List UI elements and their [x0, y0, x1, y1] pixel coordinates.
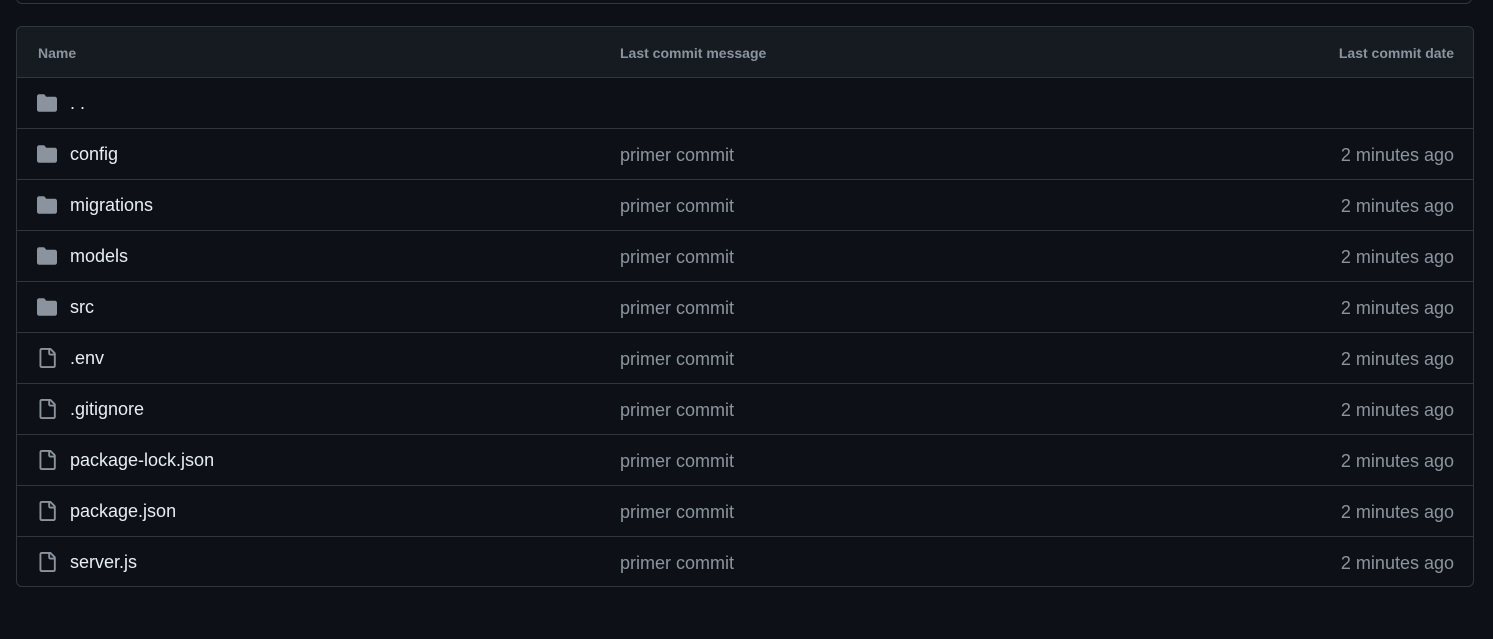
- commit-message-link[interactable]: primer commit: [620, 145, 734, 166]
- table-row[interactable]: package-lock.json primer commit 2 minutes …: [17, 435, 1473, 486]
- table-row[interactable]: .env primer commit 2 minutes ago: [17, 333, 1473, 384]
- file-name-link[interactable]: .env: [70, 348, 104, 369]
- commit-date: 2 minutes ago: [1340, 349, 1454, 369]
- table-row[interactable]: server.js primer commit 2 minutes ago: [17, 537, 1473, 586]
- commit-date: 2 minutes ago: [1340, 196, 1454, 216]
- column-header-message: Last commit message: [620, 45, 767, 61]
- commit-date: 2 minutes ago: [1340, 298, 1454, 318]
- folder-icon: [37, 247, 57, 265]
- file-name-link[interactable]: package.json: [70, 501, 176, 522]
- file-name-link[interactable]: src: [70, 297, 94, 318]
- file-name-link[interactable]: migrations: [70, 195, 153, 216]
- column-header-date: Last commit date: [1338, 45, 1454, 61]
- commit-date: 2 minutes ago: [1340, 553, 1454, 573]
- table-row[interactable]: models primer commit 2 minutes ago: [17, 231, 1473, 282]
- commit-message-link[interactable]: primer commit: [620, 400, 734, 421]
- previous-panel: [16, 0, 1472, 4]
- table-row[interactable]: config primer commit 2 minutes ago: [17, 129, 1473, 180]
- table-header: Name Last commit message Last commit dat…: [17, 27, 1473, 78]
- file-name-link[interactable]: package-lock.json: [70, 450, 214, 471]
- commit-message-link[interactable]: primer commit: [620, 247, 734, 268]
- folder-icon: [37, 196, 57, 214]
- commit-message-link[interactable]: primer commit: [620, 451, 734, 472]
- commit-date: 2 minutes ago: [1340, 247, 1454, 267]
- commit-message-link[interactable]: primer commit: [620, 349, 734, 370]
- file-name-link[interactable]: .gitignore: [70, 399, 144, 420]
- parent-directory-row[interactable]: . .: [17, 78, 1473, 129]
- table-row[interactable]: .gitignore primer commit 2 minutes ago: [17, 384, 1473, 435]
- column-header-name: Name: [38, 45, 77, 61]
- file-icon: [39, 552, 56, 572]
- parent-directory-link[interactable]: . .: [70, 93, 85, 114]
- file-icon: [39, 399, 56, 419]
- commit-message-link[interactable]: primer commit: [620, 196, 734, 217]
- folder-icon: [37, 94, 57, 112]
- commit-date: 2 minutes ago: [1340, 502, 1454, 522]
- commit-message-link[interactable]: primer commit: [620, 502, 734, 523]
- commit-date: 2 minutes ago: [1340, 451, 1454, 471]
- table-row[interactable]: src primer commit 2 minutes ago: [17, 282, 1473, 333]
- file-table: Name Last commit message Last commit dat…: [16, 26, 1474, 587]
- file-name-link[interactable]: models: [70, 246, 128, 267]
- folder-icon: [37, 298, 57, 316]
- commit-message-link[interactable]: primer commit: [620, 298, 734, 319]
- file-icon: [39, 450, 56, 470]
- table-row[interactable]: package.json primer commit 2 minutes ago: [17, 486, 1473, 537]
- file-name-link[interactable]: server.js: [70, 552, 137, 573]
- file-name-link[interactable]: config: [70, 144, 118, 165]
- commit-message-link[interactable]: primer commit: [620, 553, 734, 574]
- commit-date: 2 minutes ago: [1340, 400, 1454, 420]
- file-icon: [39, 348, 56, 368]
- file-icon: [39, 501, 56, 521]
- commit-date: 2 minutes ago: [1340, 145, 1454, 165]
- table-row[interactable]: migrations primer commit 2 minutes ago: [17, 180, 1473, 231]
- folder-icon: [37, 145, 57, 163]
